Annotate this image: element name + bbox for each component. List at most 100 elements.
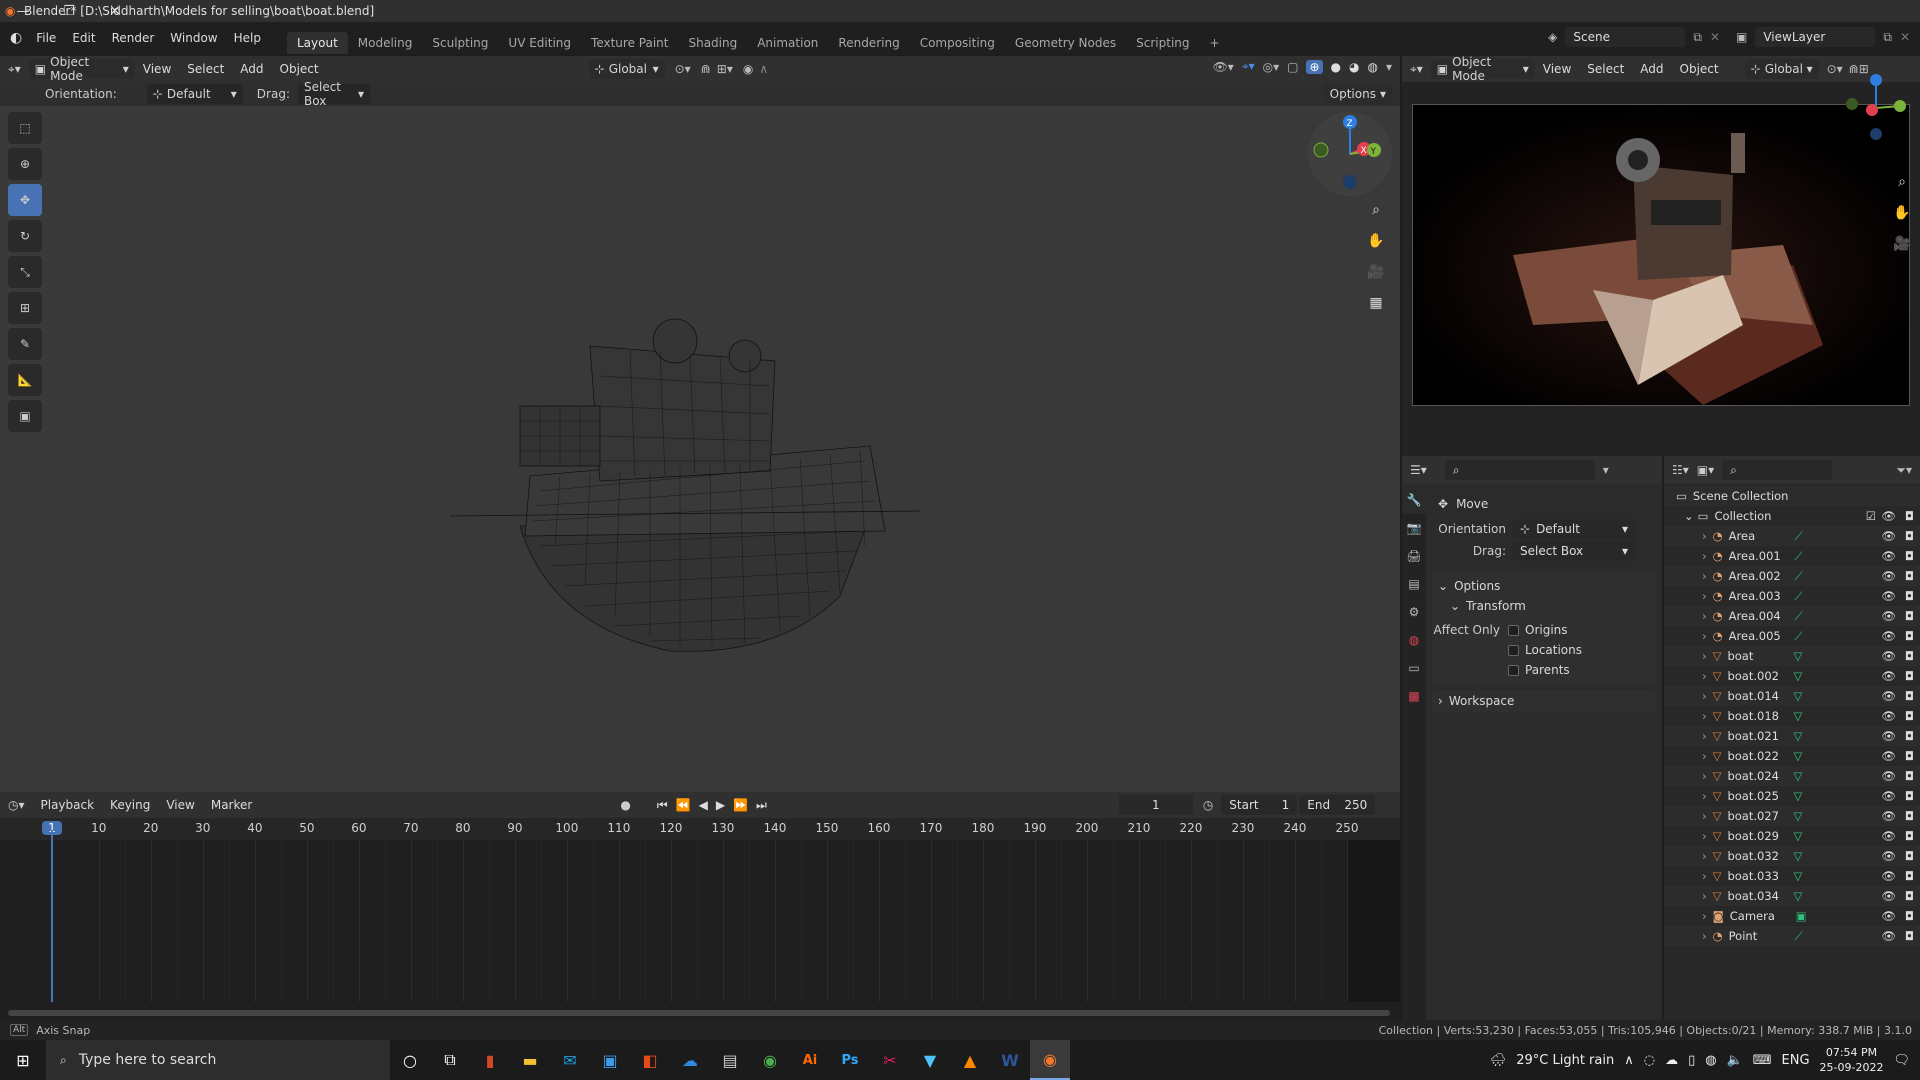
viewport-menu-select[interactable]: Select	[179, 58, 232, 80]
eye-icon[interactable]: 👁	[1881, 889, 1896, 903]
render-camera-icon[interactable]: ◘	[1905, 569, 1914, 583]
render-camera-icon[interactable]: ◘	[1905, 529, 1914, 543]
timeline-scrollbar[interactable]	[8, 1010, 1390, 1016]
play-icon[interactable]: ▶	[716, 798, 725, 812]
weather-icon[interactable]: 🌧	[1490, 1053, 1507, 1068]
scene-collection-row[interactable]: ▭ Scene Collection	[1664, 486, 1920, 506]
pan-hand-icon[interactable]: ✋	[1362, 227, 1390, 255]
tab-scripting[interactable]: Scripting	[1126, 32, 1199, 54]
chevron-right-icon[interactable]: ›	[1702, 769, 1707, 783]
render-camera-icon[interactable]: ◘	[1905, 849, 1914, 863]
current-frame-field[interactable]: 1	[1118, 795, 1193, 815]
outliner-item[interactable]: › ◙ Camera ▣ 👁 ◘	[1664, 906, 1920, 926]
eye-icon[interactable]: 👁	[1881, 509, 1896, 523]
collection-checkbox[interactable]: ☑	[1866, 509, 1876, 523]
vlc-icon[interactable]: ▲	[950, 1040, 990, 1080]
keyboard-icon[interactable]: ⌨	[1753, 1053, 1772, 1068]
view-layer-icon[interactable]: ▣	[1736, 30, 1747, 44]
mode-select[interactable]: ▣ Object Mode ▾	[28, 55, 135, 83]
cloud-icon[interactable]: ☁	[1665, 1053, 1678, 1068]
next-keyframe-icon[interactable]: ⏩	[733, 798, 748, 812]
render-navigation-gizmo[interactable]	[1840, 72, 1910, 145]
render-camera-icon[interactable]: ◘	[1905, 649, 1914, 663]
parents-checkbox[interactable]	[1508, 664, 1519, 676]
new-view-layer-icon[interactable]: ⧉	[1883, 30, 1892, 45]
chevron-right-icon[interactable]: ›	[1702, 629, 1707, 643]
eye-icon[interactable]: 👁	[1881, 929, 1896, 943]
rotate-tool[interactable]: ↻	[8, 220, 42, 252]
eye-icon[interactable]: 👁	[1881, 669, 1896, 683]
outliner-item[interactable]: › ◔ Area.005 ⟋ 👁 ◘	[1664, 626, 1920, 646]
add-cube-tool[interactable]: ▣	[8, 400, 42, 432]
eye-icon[interactable]: 👁	[1881, 649, 1896, 663]
locations-checkbox[interactable]	[1508, 644, 1519, 656]
scene-tab-icon[interactable]: ⚙	[1402, 598, 1426, 626]
eye-icon[interactable]: 👁	[1881, 729, 1896, 743]
outliner-item[interactable]: › ▽ boat.033 ▽ 👁 ◘	[1664, 866, 1920, 886]
move-tool[interactable]: ✥	[8, 184, 42, 216]
render-menu-add[interactable]: Add	[1632, 58, 1671, 80]
tab-animation[interactable]: Animation	[747, 32, 828, 54]
tool-orientation-select[interactable]: ⊹ Default ▾	[146, 84, 243, 104]
options-button[interactable]: Options ▾	[1323, 84, 1392, 104]
office-icon[interactable]: ◧	[630, 1040, 670, 1080]
render-viewport[interactable]: ⌖▾ ▣ Object Mode ▾ View Select Add Object …	[1402, 55, 1920, 456]
visibility-icon[interactable]: 👁▾	[1213, 60, 1234, 74]
chevron-right-icon[interactable]: ›	[1702, 589, 1707, 603]
filter-icon[interactable]: ⏷▾	[1896, 463, 1912, 478]
eye-icon[interactable]: 👁	[1881, 749, 1896, 763]
chevron-right-icon[interactable]: ›	[1702, 909, 1707, 923]
store-icon[interactable]: ▣	[590, 1040, 630, 1080]
jump-start-icon[interactable]: ⏮	[657, 798, 668, 813]
render-camera-icon[interactable]: ◘	[1905, 589, 1914, 603]
3d-viewport[interactable]: ⌖▾ ▣ Object Mode ▾ View Select Add Object …	[0, 55, 1400, 792]
render-menu-object[interactable]: Object	[1672, 58, 1727, 80]
menu-render[interactable]: Render	[104, 27, 163, 49]
eye-icon[interactable]: 👁	[1881, 829, 1896, 843]
render-editor-type-icon[interactable]: ⌖▾	[1410, 62, 1423, 77]
render-camera-icon[interactable]: ◘	[1905, 549, 1914, 563]
workspace-panel-header[interactable]: › Workspace	[1432, 690, 1656, 712]
outliner-item[interactable]: › ◔ Point ⟋ 👁 ◘	[1664, 926, 1920, 946]
eye-icon[interactable]: 👁	[1881, 789, 1896, 803]
display-mode-icon[interactable]: ▣▾	[1697, 463, 1714, 477]
weather-text[interactable]: 29°C Light rain	[1516, 1053, 1614, 1068]
tab-uv-editing[interactable]: UV Editing	[498, 32, 581, 54]
delete-scene-icon[interactable]: ✕	[1710, 30, 1720, 44]
outliner-editor-type-icon[interactable]: ☷▾	[1672, 463, 1689, 477]
new-scene-icon[interactable]: ⧉	[1693, 30, 1702, 45]
notes-icon[interactable]: ▤	[710, 1040, 750, 1080]
overlay-icon[interactable]: ◎▾	[1263, 60, 1280, 74]
render-tab-icon[interactable]: 📷	[1402, 514, 1426, 542]
word-icon[interactable]: W	[990, 1040, 1030, 1080]
menu-help[interactable]: Help	[226, 27, 269, 49]
delete-view-layer-icon[interactable]: ✕	[1900, 30, 1910, 44]
volume-icon[interactable]: 🔈	[1727, 1053, 1743, 1068]
globe-icon[interactable]: ◍	[1705, 1053, 1716, 1068]
eye-icon[interactable]: 👁	[1881, 549, 1896, 563]
render-camera-icon[interactable]: ◘	[1905, 909, 1914, 923]
eye-icon[interactable]: 👁	[1881, 849, 1896, 863]
camera-view-icon[interactable]: 🎥	[1362, 258, 1390, 286]
vector-app-icon[interactable]: ▼	[910, 1040, 950, 1080]
transform-tool[interactable]: ⊞	[8, 292, 42, 324]
render-camera-icon[interactable]: ◘	[1905, 929, 1914, 943]
chevron-right-icon[interactable]: ›	[1702, 649, 1707, 663]
timeline-view-menu[interactable]: View	[158, 794, 202, 816]
eye-icon[interactable]: 👁	[1881, 769, 1896, 783]
outliner-item[interactable]: › ▽ boat.014 ▽ 👁 ◘	[1664, 686, 1920, 706]
file-explorer-icon[interactable]: ▬	[510, 1040, 550, 1080]
eye-icon[interactable]: 👁	[1881, 569, 1896, 583]
outliner-item[interactable]: › ▽ boat.027 ▽ 👁 ◘	[1664, 806, 1920, 826]
rendered-shading-icon[interactable]: ◍	[1367, 60, 1377, 74]
outliner-item[interactable]: › ◔ Area ⟋ 👁 ◘	[1664, 526, 1920, 546]
language-indicator[interactable]: ENG	[1782, 1053, 1810, 1068]
tab-geometry-nodes[interactable]: Geometry Nodes	[1005, 32, 1126, 54]
render-camera-icon[interactable]: ◘	[1905, 809, 1914, 823]
outliner-item[interactable]: › ◔ Area.004 ⟋ 👁 ◘	[1664, 606, 1920, 626]
notifications-icon[interactable]: 🗨	[1893, 1053, 1910, 1068]
view-layer-field[interactable]: ViewLayer	[1755, 27, 1876, 47]
world-tab-icon[interactable]: ◍	[1402, 626, 1426, 654]
properties-editor-type-icon[interactable]: ☰▾	[1410, 463, 1427, 477]
network-icon[interactable]: ◌	[1644, 1053, 1655, 1068]
